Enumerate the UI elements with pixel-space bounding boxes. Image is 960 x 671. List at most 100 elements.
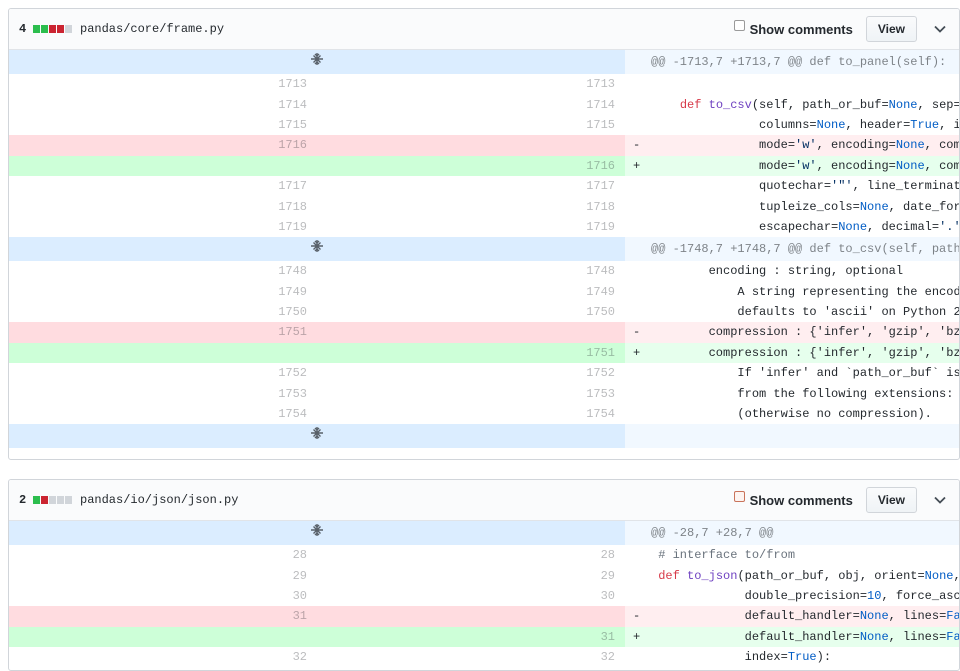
new-line-number[interactable] (317, 322, 625, 343)
show-comments-checkbox[interactable] (733, 20, 745, 31)
view-file-button[interactable]: View (865, 16, 917, 42)
new-line-number[interactable]: 1753 (317, 383, 625, 403)
code-line: If 'infer' and `path_or_buf` is path-lik… (737, 366, 959, 381)
old-line-number[interactable]: 32 (9, 647, 317, 667)
diff-line-context: 1753 1753 from the following extensions: … (9, 383, 959, 403)
diff-line-context: 1754 1754 (otherwise no compression). (9, 404, 959, 424)
view-file-button[interactable]: View (865, 487, 917, 513)
diffstat-block (41, 496, 48, 504)
diff-line-context: 3030 double_precision=10, force_ascii=Tr… (9, 586, 959, 606)
diff-marker (625, 74, 651, 94)
new-line-number[interactable]: 1748 (317, 261, 625, 281)
old-line-number[interactable]: 28 (9, 545, 317, 565)
old-line-number[interactable]: 1717 (9, 176, 317, 196)
unfold-icon[interactable] (9, 521, 625, 545)
old-line-number[interactable]: 1754 (9, 404, 317, 424)
code-line: encoding : string, optional (651, 264, 904, 279)
diff-marker (625, 545, 651, 565)
diff-marker (625, 94, 651, 114)
unfold-icon[interactable] (9, 237, 625, 262)
code-line: escapechar=None, decimal='.'): (651, 219, 959, 234)
diff-file: 4 pandas/core/frame.py Show comments Vie… (8, 8, 960, 460)
old-line-number[interactable]: 29 (9, 565, 317, 585)
diff-line-added: 1751 + compression : {'infer', 'gzip', 'b… (9, 342, 959, 364)
new-line-number[interactable]: 1718 (317, 196, 625, 216)
chevron-down-icon[interactable] (925, 493, 955, 507)
new-line-number[interactable]: 1716 (317, 155, 625, 176)
code-line: mode='w', encoding=None, compression=Non… (651, 135, 959, 156)
new-line-number[interactable]: 1715 (317, 115, 625, 135)
unfold-icon[interactable] (9, 50, 625, 74)
new-line-number[interactable]: 1749 (317, 282, 625, 302)
diffstat-block (49, 496, 56, 504)
diffstat-block (65, 496, 72, 504)
old-line-number[interactable]: 1718 (9, 196, 317, 216)
old-line-number[interactable]: 1753 (9, 383, 317, 403)
diff-line-context: 1748 1748 encoding : string, optional (9, 261, 959, 281)
diff-marker (625, 196, 651, 216)
old-line-number[interactable]: 1752 (9, 363, 317, 383)
new-line-number[interactable]: 1719 (317, 217, 625, 237)
diffstat-block (57, 25, 64, 33)
diff-line-context: 17181718 tupleize_cols=None, date_format… (9, 196, 959, 216)
unfold-icon[interactable] (9, 424, 625, 449)
diff-marker (625, 217, 651, 237)
diff-marker (625, 261, 651, 281)
changes-count: 4 (19, 22, 27, 36)
diff-table: @@ -28,7 +28,7 @@ 28 28 # interface to/fro… (9, 521, 959, 667)
old-line-number[interactable] (9, 626, 317, 647)
new-line-number[interactable]: 1713 (317, 74, 625, 94)
code-line: quotechar='"', line_terminator='\n', chu… (651, 179, 959, 194)
new-line-number[interactable]: 1754 (317, 404, 625, 424)
diff-marker (625, 115, 651, 135)
old-line-number[interactable]: 1719 (9, 217, 317, 237)
diff-marker (625, 363, 651, 383)
show-comments-label[interactable]: Show comments (750, 22, 853, 37)
code-line: A string representing the encoding to us… (737, 284, 959, 299)
diff-marker: + (625, 155, 651, 176)
old-line-number[interactable]: 1715 (9, 115, 317, 135)
show-comments-checkbox[interactable] (733, 491, 745, 502)
new-line-number[interactable]: 1752 (317, 363, 625, 383)
file-path[interactable]: pandas/io/json/json.py (80, 493, 238, 507)
new-line-number[interactable] (317, 135, 625, 156)
code-line: def to_csv(self, path_or_buf=None, sep="… (679, 97, 959, 112)
old-line-number[interactable] (9, 155, 317, 176)
file-path[interactable]: pandas/core/frame.py (80, 22, 224, 36)
diff-marker (625, 176, 651, 196)
old-line-number[interactable]: 1749 (9, 282, 317, 302)
old-line-number[interactable]: 1714 (9, 94, 317, 114)
old-line-number[interactable]: 1748 (9, 261, 317, 281)
hunk-header-text: @@ -1713,7 +1713,7 @@ def to_panel(self)… (651, 50, 959, 74)
new-line-number[interactable]: 1751 (317, 342, 625, 364)
new-line-number[interactable]: 30 (317, 586, 625, 606)
old-line-number[interactable]: 1713 (9, 74, 317, 94)
diff-line-context: 17171717 quotechar='"', line_terminator=… (9, 176, 959, 196)
old-line-number[interactable]: 30 (9, 586, 317, 606)
code-line: def to_json(path_or_buf, obj, orient=Non… (658, 568, 959, 583)
old-line-number[interactable]: 1716 (9, 135, 317, 156)
diff-line-removed: 31 - default_handler=None, lines=False, c… (9, 606, 959, 627)
new-line-number[interactable]: 28 (317, 545, 625, 565)
hunk-header: @@ -1713,7 +1713,7 @@ def to_panel(self)… (9, 50, 959, 74)
diff-line-context: 29 29 def to_json(path_or_buf, obj, orien… (9, 565, 959, 585)
old-line-number[interactable]: 1750 (9, 302, 317, 322)
code-line: compression : {'infer', 'gzip', 'bz2', '… (651, 342, 959, 364)
chevron-down-icon[interactable] (925, 22, 955, 36)
new-line-number[interactable]: 1714 (317, 94, 625, 114)
diff-marker (625, 586, 651, 606)
diffstat-block (41, 25, 48, 33)
new-line-number[interactable]: 31 (317, 626, 625, 647)
new-line-number[interactable] (317, 606, 625, 627)
old-line-number[interactable]: 1751 (9, 322, 317, 343)
old-line-number[interactable]: 31 (9, 606, 317, 627)
new-line-number[interactable]: 29 (317, 565, 625, 585)
show-comments-label[interactable]: Show comments (750, 493, 853, 508)
diff-line-context: 1714 1714 def to_csv(self, path_or_buf=No… (9, 94, 959, 114)
new-line-number[interactable]: 32 (317, 647, 625, 667)
diff-body: @@ -28,7 +28,7 @@ 28 28 # interface to/fro… (9, 521, 959, 667)
old-line-number[interactable] (9, 342, 317, 364)
new-line-number[interactable]: 1750 (317, 302, 625, 322)
diff-line-context: 28 28 # interface to/from (9, 545, 959, 565)
new-line-number[interactable]: 1717 (317, 176, 625, 196)
